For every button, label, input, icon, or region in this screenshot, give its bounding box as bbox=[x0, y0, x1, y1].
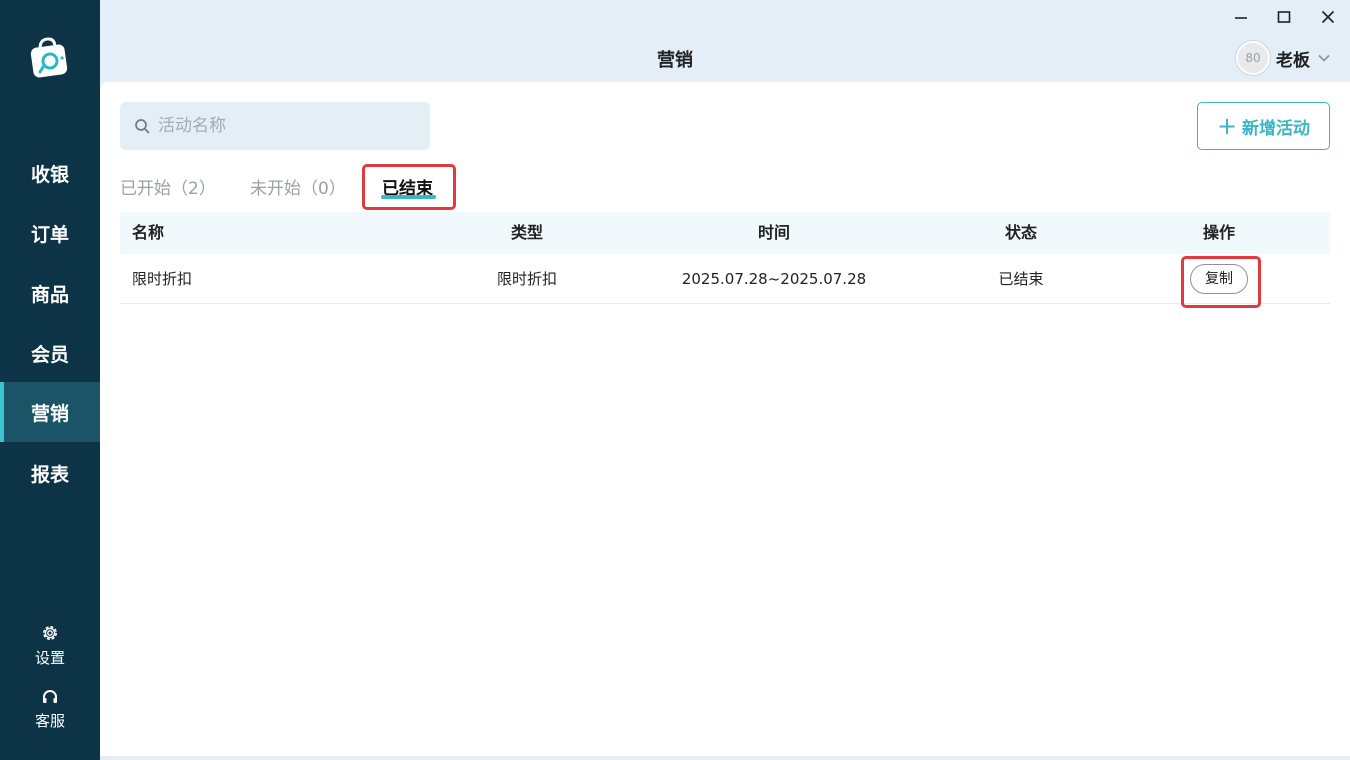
minimize-icon bbox=[1235, 17, 1247, 19]
add-activity-button[interactable]: + 新增活动 bbox=[1197, 102, 1330, 150]
tab-started[interactable]: 已开始（2） bbox=[120, 174, 216, 199]
page-title: 营销 bbox=[657, 50, 693, 71]
maximize-button[interactable] bbox=[1273, 6, 1295, 28]
sidebar-item-label: 商品 bbox=[30, 283, 69, 306]
customer-service-label: 客服 bbox=[34, 712, 65, 730]
column-header-time: 时间 bbox=[757, 223, 790, 242]
sidebar-item-members[interactable]: 会员 bbox=[0, 323, 100, 383]
sidebar-item-marketing[interactable]: 营销 bbox=[0, 382, 100, 442]
copy-button[interactable]: 复制 bbox=[1190, 264, 1248, 294]
chevron-down-icon bbox=[1318, 54, 1330, 62]
cell-type: 限时折扣 bbox=[496, 270, 557, 288]
sidebar-item-label: 报表 bbox=[30, 463, 69, 486]
sidebar-item-label: 营销 bbox=[30, 402, 69, 425]
search-box[interactable] bbox=[120, 102, 430, 150]
sidebar-item-checkout[interactable]: 收银 bbox=[0, 143, 100, 203]
minimize-button[interactable] bbox=[1230, 6, 1252, 28]
tab-not-started[interactable]: 未开始（0） bbox=[250, 174, 346, 199]
sidebar-item-label: 收银 bbox=[30, 163, 69, 186]
sidebar-item-label: 订单 bbox=[30, 223, 69, 246]
user-name: 老板 bbox=[1276, 50, 1310, 71]
search-icon bbox=[135, 119, 150, 134]
settings-button[interactable]: 设置 bbox=[0, 623, 100, 668]
add-activity-label: 新增活动 bbox=[1242, 118, 1311, 139]
cell-time: 2025.07.28~2025.07.28 bbox=[681, 270, 867, 288]
column-header-name: 名称 bbox=[132, 223, 165, 242]
search-input[interactable] bbox=[158, 116, 408, 136]
column-header-status: 状态 bbox=[1004, 223, 1037, 242]
close-window-button[interactable] bbox=[1317, 6, 1339, 28]
cell-status: 已结束 bbox=[998, 270, 1044, 288]
shopping-bag-logo bbox=[30, 37, 68, 78]
table-header: 名称 类型 时间 状态 操作 bbox=[120, 212, 1330, 254]
sidebar-item-label: 会员 bbox=[30, 343, 69, 366]
settings-label: 设置 bbox=[34, 649, 65, 667]
plus-icon: + bbox=[1216, 112, 1238, 140]
column-header-action: 操作 bbox=[1202, 223, 1235, 242]
customer-service-button[interactable]: 客服 bbox=[0, 688, 100, 731]
main-panel: + 新增活动 已开始（2） 未开始（0） 已结束 名称 类型 时间 状态 操作 … bbox=[100, 82, 1350, 756]
headset-icon bbox=[43, 690, 57, 703]
user-menu[interactable]: 80 老板 bbox=[1236, 41, 1330, 75]
active-tab-indicator bbox=[381, 195, 436, 199]
gear-icon bbox=[43, 626, 57, 640]
avatar: 80 bbox=[1236, 41, 1270, 75]
maximize-icon bbox=[1277, 11, 1291, 23]
cell-name: 限时折扣 bbox=[132, 270, 193, 288]
column-header-type: 类型 bbox=[510, 223, 543, 242]
close-icon bbox=[1321, 10, 1335, 24]
sidebar-item-orders[interactable]: 订单 bbox=[0, 203, 100, 263]
sidebar-item-reports[interactable]: 报表 bbox=[0, 443, 100, 503]
sidebar: 收银 订单 商品 会员 营销 报表 设置 客服 bbox=[0, 0, 100, 760]
sidebar-item-products[interactable]: 商品 bbox=[0, 263, 100, 323]
avatar-text: 80 bbox=[1245, 51, 1261, 65]
table-row: 限时折扣 限时折扣 2025.07.28~2025.07.28 已结束 复制 bbox=[120, 254, 1330, 304]
